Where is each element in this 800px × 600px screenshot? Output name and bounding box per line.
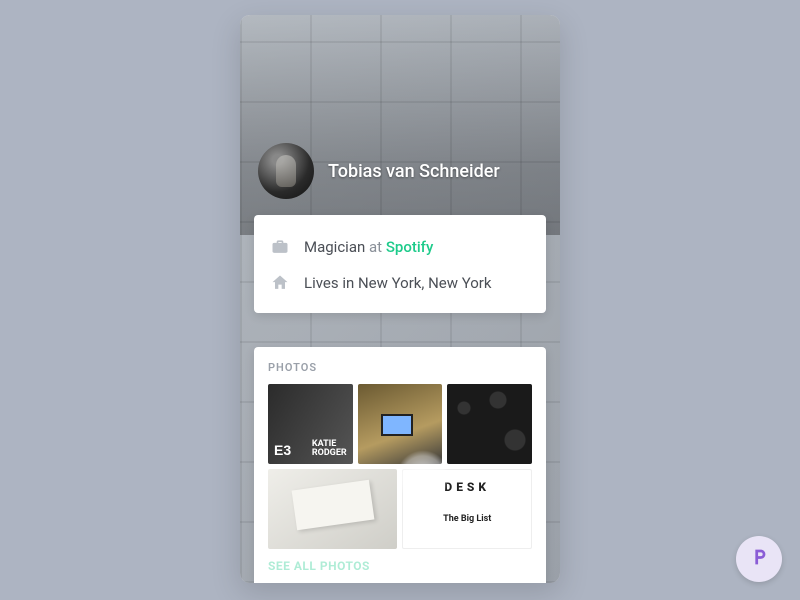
company-link[interactable]: Spotify [386, 238, 433, 256]
photos-card: PHOTOS SEE ALL PHOTOS [254, 347, 546, 583]
app-badge-button[interactable] [736, 536, 782, 582]
photos-grid [268, 384, 532, 549]
identity-row: Tobias van Schneider [258, 143, 500, 199]
briefcase-icon [270, 237, 290, 257]
job-title: Magician [304, 238, 365, 256]
hero: Tobias van Schneider Magician at Spotify… [240, 15, 560, 583]
badge-p-icon [748, 546, 770, 572]
photo-thumbnail[interactable] [358, 384, 443, 464]
hero-overlay [240, 15, 560, 235]
photo-thumbnail[interactable] [268, 469, 397, 549]
home-icon [270, 273, 290, 293]
location-value: New York, New York [358, 274, 492, 292]
profile-card: Tobias van Schneider Magician at Spotify… [240, 15, 560, 583]
profile-name: Tobias van Schneider [328, 161, 500, 182]
see-all-photos-link[interactable]: SEE ALL PHOTOS [268, 559, 532, 573]
lives-in-label: Lives in [304, 274, 354, 292]
location-row: Lives in New York, New York [270, 265, 530, 301]
photo-thumbnail[interactable] [268, 384, 353, 464]
photo-thumbnail[interactable] [447, 384, 532, 464]
photo-thumbnail[interactable] [402, 469, 532, 549]
info-card: Magician at Spotify Lives in New York, N… [254, 215, 546, 313]
job-row: Magician at Spotify [270, 229, 530, 265]
avatar[interactable] [258, 143, 314, 199]
location-text: Lives in New York, New York [304, 274, 492, 292]
photos-section-title: PHOTOS [268, 361, 532, 374]
job-text: Magician at Spotify [304, 238, 433, 256]
job-at: at [369, 238, 382, 256]
